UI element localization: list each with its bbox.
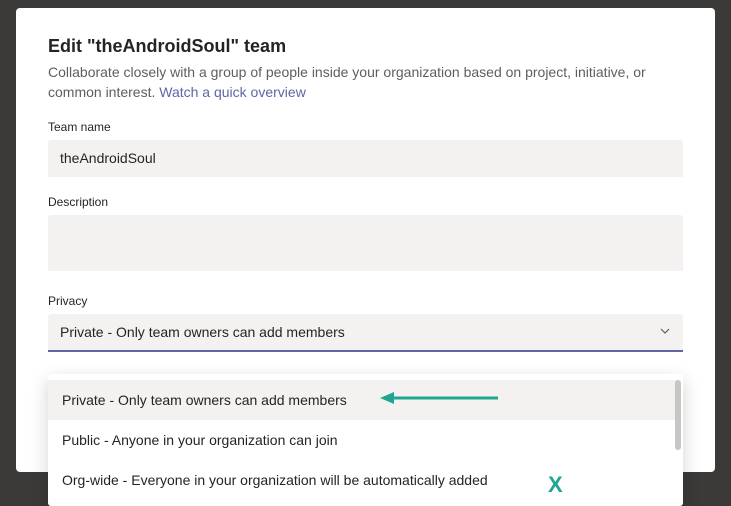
privacy-label: Privacy [48,294,683,308]
watch-overview-link[interactable]: Watch a quick overview [159,84,306,100]
privacy-option-private[interactable]: Private - Only team owners can add membe… [48,380,677,420]
privacy-dropdown: Private - Only team owners can add membe… [48,374,683,506]
privacy-field: Privacy Private - Only team owners can a… [48,294,683,352]
modal-description: Collaborate closely with a group of peop… [48,63,683,102]
description-text: Collaborate closely with a group of peop… [48,64,646,100]
team-name-label: Team name [48,120,683,134]
privacy-option-orgwide[interactable]: Org-wide - Everyone in your organization… [48,460,677,500]
team-name-input[interactable] [48,140,683,177]
description-field: Description [48,195,683,294]
description-input[interactable] [48,215,683,271]
chevron-down-icon [659,324,671,340]
dropdown-scrollbar[interactable] [675,380,681,450]
privacy-selected-value: Private - Only team owners can add membe… [60,324,345,340]
description-label: Description [48,195,683,209]
edit-team-modal: Edit "theAndroidSoul" team Collaborate c… [16,8,715,472]
team-name-field: Team name [48,120,683,195]
privacy-option-public[interactable]: Public - Anyone in your organization can… [48,420,677,460]
modal-title: Edit "theAndroidSoul" team [48,36,683,57]
privacy-select[interactable]: Private - Only team owners can add membe… [48,314,683,352]
